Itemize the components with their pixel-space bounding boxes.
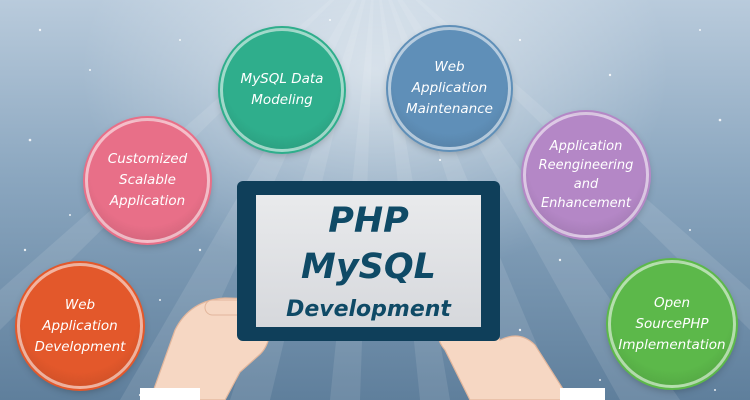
title-line-development: Development [286, 297, 451, 322]
service-customized-scalable-app: Customized Scalable Application [85, 118, 210, 243]
service-label: Application [549, 139, 623, 154]
service-label: Reengineering [538, 158, 634, 173]
service-label: MySQL Data [240, 71, 324, 87]
service-label: Development [34, 338, 126, 355]
service-label: Open [653, 294, 691, 311]
service-label: Modeling [251, 92, 313, 108]
service-label: Scalable [119, 172, 176, 188]
service-label: Application [42, 317, 118, 334]
service-mysql-data-modeling: MySQL Data Modeling [220, 28, 344, 152]
service-label: Web [434, 59, 465, 75]
title-line-mysql: MySQL [301, 247, 436, 287]
service-label: Maintenance [406, 101, 493, 117]
service-label: Enhancement [540, 196, 632, 211]
service-web-app-maintenance: Web Application Maintenance [388, 27, 511, 150]
service-web-app-development: Web Application Development [17, 263, 143, 389]
service-label: Customized [107, 151, 188, 167]
service-label: Application [109, 193, 186, 209]
service-label: Web [64, 296, 96, 313]
service-label: SourcePHP [635, 315, 709, 332]
service-label: and [573, 177, 599, 192]
service-open-source-php: Open SourcePHP Implementation [608, 260, 736, 388]
title-line-php: PHP [328, 201, 409, 241]
infographic: PHP MySQL Development Web Application De… [0, 0, 750, 400]
service-label: Application [411, 80, 488, 96]
service-app-reengineering: Application Reengineering and Enhancemen… [523, 112, 649, 238]
service-label: Implementation [618, 336, 726, 353]
